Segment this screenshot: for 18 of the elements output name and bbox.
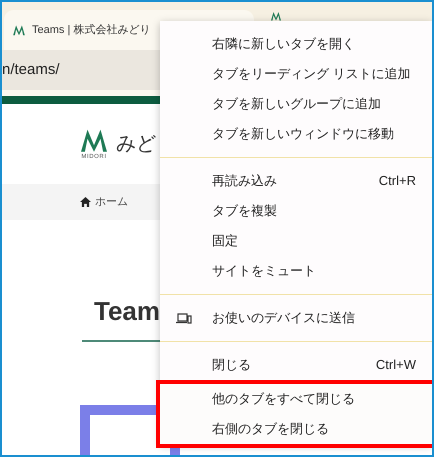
menu-item[interactable]: タブを新しいグループに追加 (160, 89, 432, 119)
menu-item[interactable]: タブを複製 (160, 196, 432, 226)
menu-item[interactable]: 再読み込み Ctrl+R (160, 166, 432, 196)
menu-item[interactable]: 他のタブをすべて閉じる (160, 384, 432, 414)
breadcrumb-link[interactable]: ホーム (95, 194, 128, 210)
menu-item[interactable]: 右側のタブを閉じる (160, 414, 432, 444)
shortcut-text: Ctrl+W (376, 356, 416, 374)
menu-item[interactable]: お使いのデバイスに送信 (160, 303, 432, 333)
menu-item[interactable]: タブを新しいウィンドウに移動 (160, 119, 432, 149)
menu-item[interactable]: 閉じる Ctrl+W (160, 350, 432, 380)
menu-item[interactable]: 固定 (160, 226, 432, 256)
logo-text: みど (116, 132, 156, 157)
menu-item[interactable]: サイトをミュート (160, 256, 432, 286)
tab-title: Teams | 株式会社みどり (32, 22, 150, 38)
address-field[interactable]: n/teams/ (2, 58, 60, 82)
shortcut-text: Ctrl+R (378, 172, 416, 190)
menu-item[interactable]: タブをリーディング リストに追加 (160, 59, 432, 89)
page-heading: Team (94, 296, 160, 326)
